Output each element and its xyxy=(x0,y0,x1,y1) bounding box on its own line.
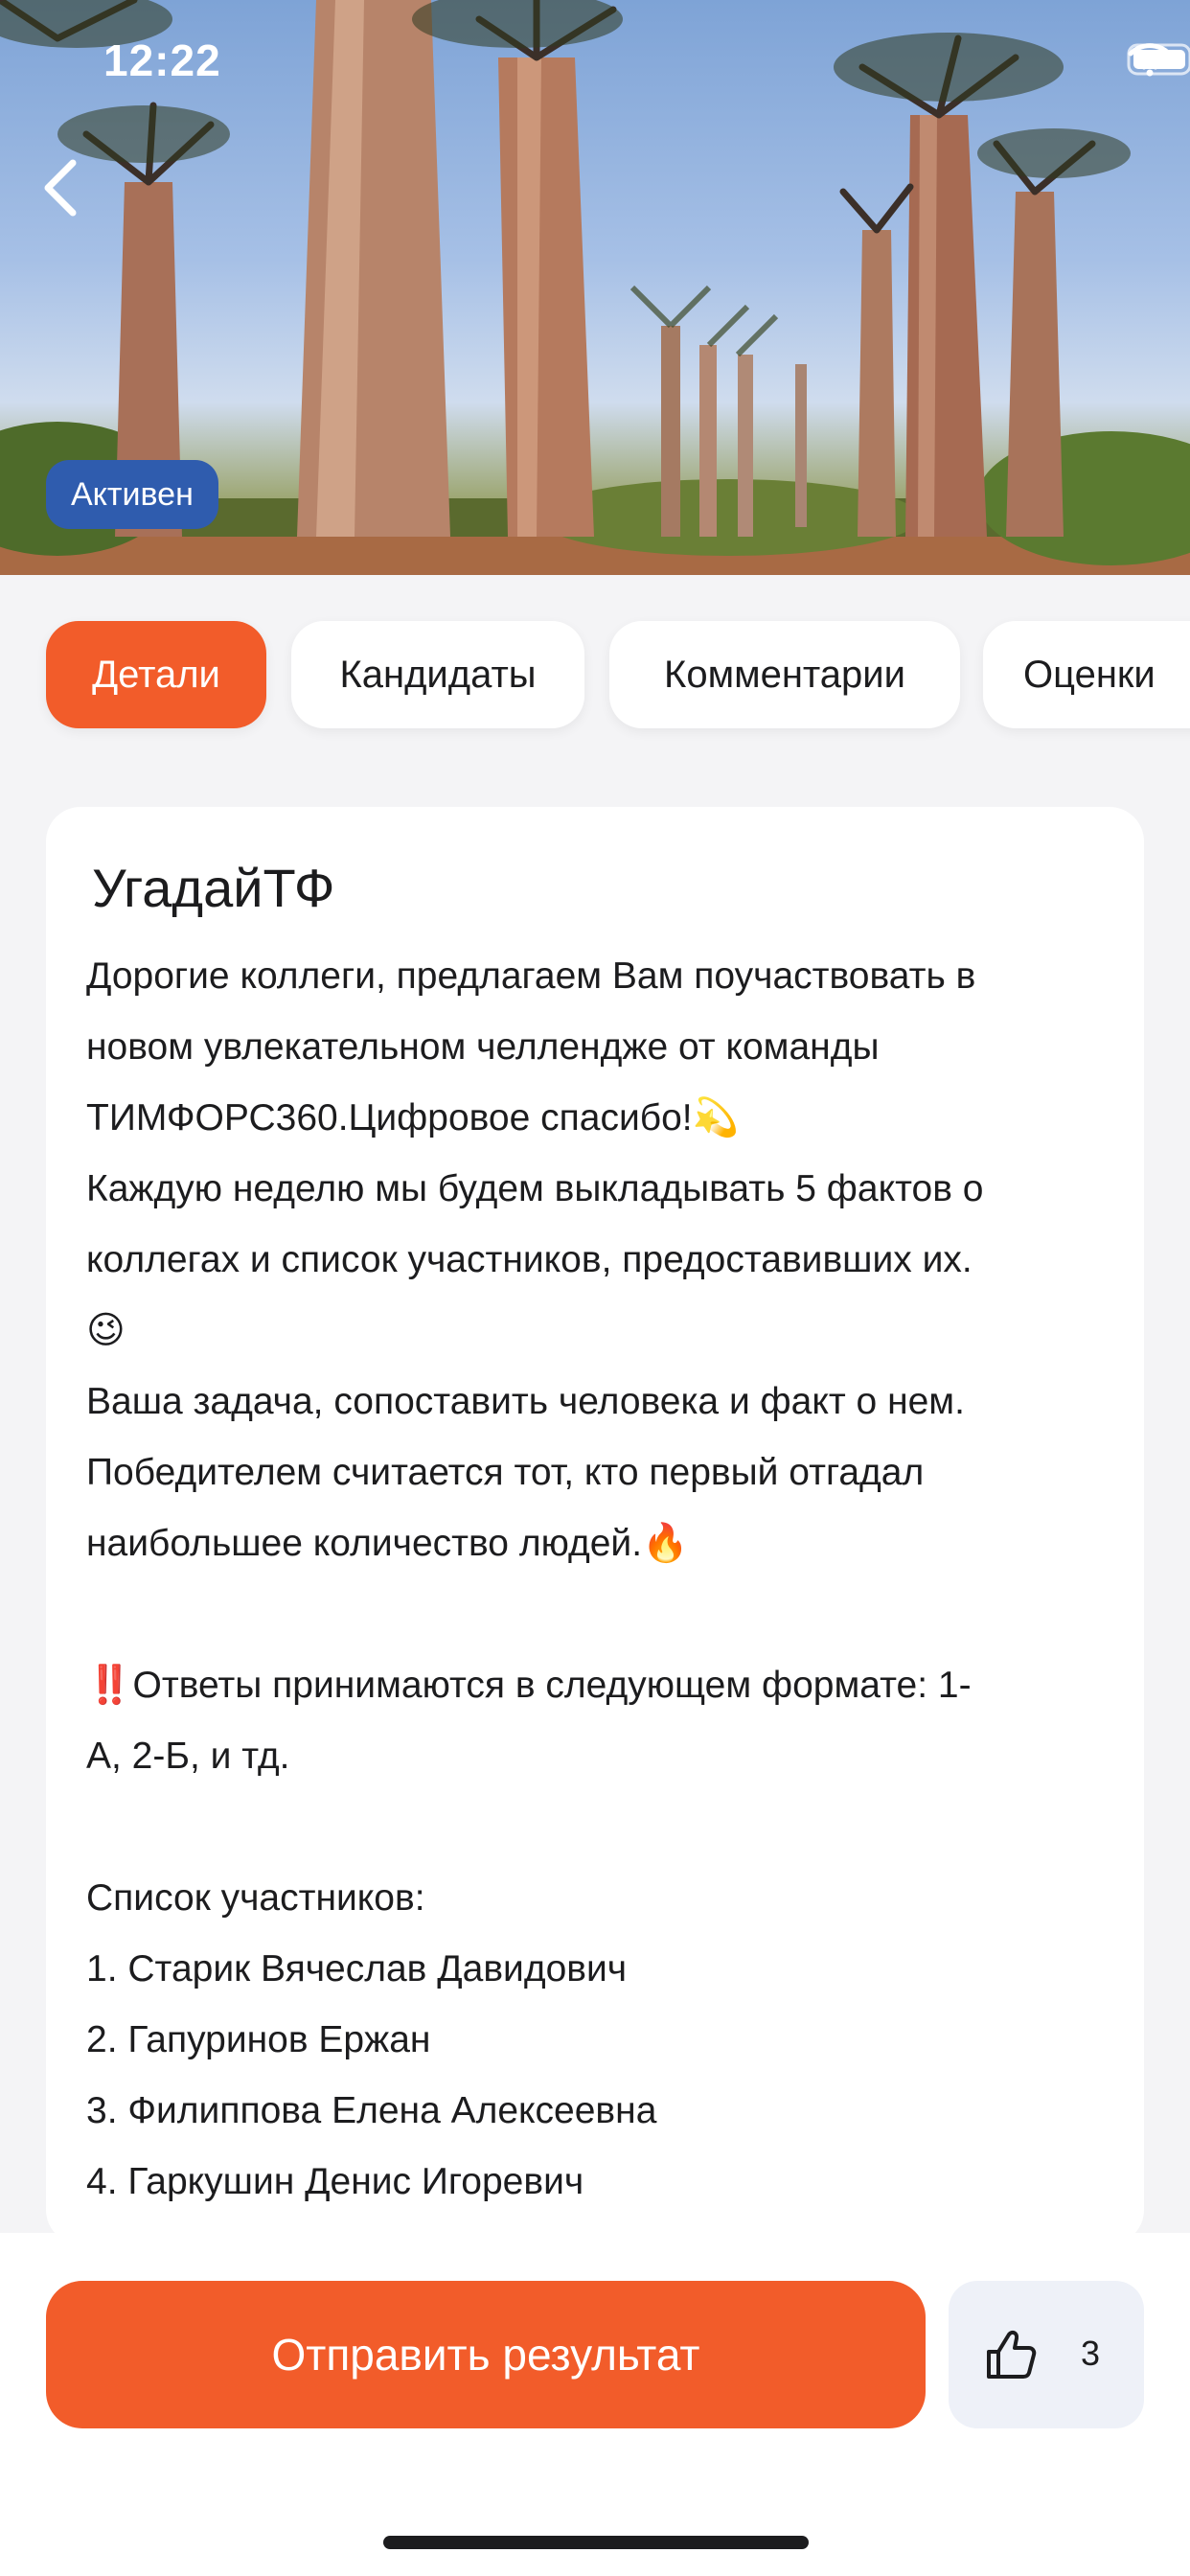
chevron-left-icon xyxy=(44,159,77,217)
submit-result-button[interactable]: Отправить результат xyxy=(46,2281,926,2428)
tab-bar: Детали Кандидаты Комментарии Оценки xyxy=(0,575,1190,748)
description-line: Ваша задача, сопоставить человека и факт… xyxy=(86,1381,965,1422)
details-card: УгадайТФ Дорогие коллеги, предлагаем Вам… xyxy=(46,807,1144,2244)
description-line xyxy=(86,1579,1121,1650)
description-line: коллегах и список участников, предостави… xyxy=(86,1239,973,1280)
description-line: 😉 xyxy=(86,1310,126,1351)
description-line: наибольшее количество людей.🔥 xyxy=(86,1523,689,1564)
participant-item: 3. Филиппова Елена Алексеевна xyxy=(86,2090,657,2131)
participant-item: 4. Гаркушин Денис Игоревич xyxy=(86,2161,584,2202)
status-badge: Активен xyxy=(46,460,218,529)
hero-image: 12:22 Активен xyxy=(0,0,1190,575)
tab-candidates[interactable]: Кандидаты xyxy=(291,621,584,728)
participant-item: 2. Гапуринов Ержан xyxy=(86,2019,431,2060)
home-indicator xyxy=(383,2536,809,2549)
description-line: ТИМФОРС360.Цифровое спасибо!💫 xyxy=(86,1097,740,1138)
like-count: 3 xyxy=(1081,2334,1101,2373)
participant-item: 1. Старик Вячеслав Давидович xyxy=(86,1948,628,1990)
battery-icon xyxy=(1127,43,1190,76)
thumbs-up-icon xyxy=(987,2330,1037,2379)
like-button[interactable]: 3 xyxy=(949,2281,1144,2428)
challenge-description: Дорогие коллеги, предлагаем Вам поучаств… xyxy=(86,941,1121,2218)
description-line: Каждую неделю мы будем выкладывать 5 фак… xyxy=(86,1168,984,1209)
challenge-title: УгадайТФ xyxy=(92,858,335,918)
description-line: Дорогие коллеги, предлагаем Вам поучаств… xyxy=(86,955,976,997)
description-line: ‼️Ответы принимаются в следующем формате… xyxy=(86,1665,972,1706)
description-line xyxy=(86,1792,1121,1863)
tab-ratings[interactable]: Оценки xyxy=(983,621,1190,728)
description-line: Список участников: xyxy=(86,1877,425,1919)
back-button[interactable] xyxy=(25,150,102,226)
status-time: 12:22 xyxy=(103,35,221,85)
screen: 12:22 Активен Детали Кандидаты Комментар… xyxy=(0,0,1190,2576)
description-line: Победителем считается тот, кто первый от… xyxy=(86,1452,925,1493)
tab-comments[interactable]: Комментарии xyxy=(609,621,960,728)
description-line: А, 2-Б, и тд. xyxy=(86,1736,290,1777)
description-line: новом увлекательном челлендже от команды xyxy=(86,1026,880,1068)
bottom-action-bar: Отправить результат 3 xyxy=(0,2233,1190,2576)
tab-details[interactable]: Детали xyxy=(46,621,266,728)
